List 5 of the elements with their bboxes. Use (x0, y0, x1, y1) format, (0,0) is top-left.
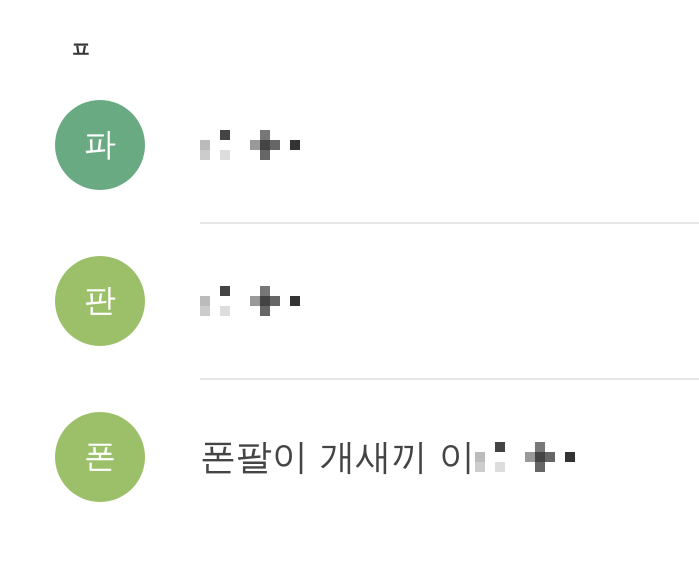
section-header: ㅍ (70, 37, 92, 65)
contact-avatar: 파 (55, 100, 145, 190)
contact-avatar: 판 (55, 256, 145, 346)
contact-avatar: 폰 (55, 412, 145, 502)
contact-name[interactable]: 폰팔이 개새끼 이 (200, 432, 475, 482)
